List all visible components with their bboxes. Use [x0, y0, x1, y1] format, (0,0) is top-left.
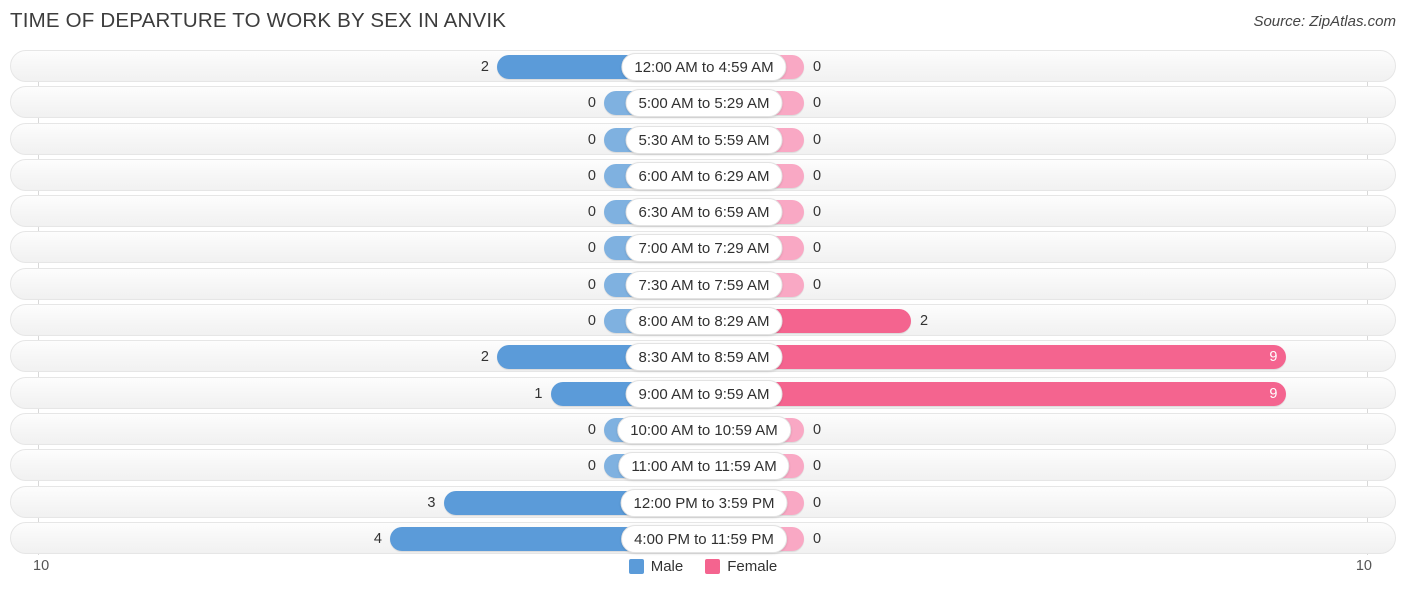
bar-value-male: 0: [587, 204, 596, 221]
category-label: 5:00 AM to 5:29 AM: [625, 89, 783, 118]
bar-value-male: 3: [427, 494, 436, 511]
chart-row[interactable]: 2 0 12:00 AM to 4:59 AM: [10, 50, 1396, 82]
chart-row[interactable]: 0 0 6:00 AM to 6:29 AM: [10, 158, 1396, 191]
chart-row[interactable]: 0 0 10:00 AM to 10:59 AM: [10, 412, 1396, 445]
bar-value-female: 0: [813, 530, 822, 547]
category-label: 4:00 PM to 11:59 PM: [621, 524, 787, 553]
chart-legend: Male Female: [10, 558, 1396, 575]
bar-value-female: 0: [813, 95, 822, 112]
bar-value-female: 0: [813, 421, 822, 438]
category-label: 7:30 AM to 7:59 AM: [625, 270, 783, 299]
chart-footer: 10 10 Male Female: [10, 558, 1396, 588]
bar-value-female: 0: [813, 167, 822, 184]
bar-value-female: 9: [1269, 385, 1278, 402]
chart-header: TIME OF DEPARTURE TO WORK BY SEX IN ANVI…: [0, 0, 1406, 44]
bar-value-female: 2: [920, 313, 929, 330]
chart-row[interactable]: 0 2 8:00 AM to 8:29 AM: [10, 304, 1396, 337]
category-label: 8:30 AM to 8:59 AM: [625, 343, 783, 372]
chart-row[interactable]: 0 0 5:30 AM to 5:59 AM: [10, 122, 1396, 155]
category-label: 11:00 AM to 11:59 AM: [618, 452, 790, 481]
bar-value-male: 0: [587, 313, 596, 330]
category-label: 6:00 AM to 6:29 AM: [625, 161, 783, 190]
bar-value-male: 0: [587, 131, 596, 148]
chart-plot-area: 2 0 12:00 AM to 4:59 AM 0 0 5:00 AM to 5:29 A…: [10, 50, 1396, 555]
bar-value-female: 0: [813, 458, 822, 475]
legend-item-female[interactable]: Female: [705, 558, 777, 575]
chart-row[interactable]: 1 9 9:00 AM to 9:59 AM: [10, 376, 1396, 409]
chart-row[interactable]: 0 0 11:00 AM to 11:59 AM: [10, 449, 1396, 482]
category-label: 9:00 AM to 9:59 AM: [625, 379, 783, 408]
bar-value-female: 0: [813, 131, 822, 148]
chart-row[interactable]: 3 0 12:00 PM to 3:59 PM: [10, 485, 1396, 518]
chart-row[interactable]: 0 0 6:30 AM to 6:59 AM: [10, 195, 1396, 228]
bar-value-male: 0: [587, 458, 596, 475]
bar-value-male: 4: [373, 530, 382, 547]
category-label: 5:30 AM to 5:59 AM: [625, 125, 783, 154]
bar-value-male: 2: [480, 349, 489, 366]
bar-value-female: 0: [813, 494, 822, 511]
source-attribution: Source: ZipAtlas.com: [1253, 13, 1396, 30]
category-label: 6:30 AM to 6:59 AM: [625, 198, 783, 227]
bar-value-male: 0: [587, 240, 596, 257]
category-label: 12:00 PM to 3:59 PM: [620, 488, 788, 517]
legend-item-male[interactable]: Male: [628, 558, 684, 575]
legend-swatch-female-icon: [705, 559, 721, 574]
bar-female[interactable]: [704, 381, 1286, 406]
category-label: 10:00 AM to 10:59 AM: [617, 415, 791, 444]
bar-value-male: 1: [534, 385, 543, 402]
bar-value-female: 0: [813, 59, 822, 75]
bar-value-male: 0: [587, 276, 596, 293]
legend-swatch-male-icon: [628, 559, 644, 574]
page-title: TIME OF DEPARTURE TO WORK BY SEX IN ANVI…: [10, 9, 507, 32]
chart-page: TIME OF DEPARTURE TO WORK BY SEX IN ANVI…: [0, 0, 1406, 595]
bar-value-male: 0: [587, 95, 596, 112]
bar-value-female: 0: [813, 204, 822, 221]
bar-value-female: 9: [1269, 349, 1278, 366]
category-label: 12:00 AM to 4:59 AM: [621, 53, 787, 81]
bar-value-female: 0: [813, 276, 822, 293]
bar-female[interactable]: [704, 345, 1286, 370]
bar-value-female: 0: [813, 240, 822, 257]
chart-row[interactable]: 0 0 7:00 AM to 7:29 AM: [10, 231, 1396, 264]
bar-value-male: 0: [587, 421, 596, 438]
chart-row[interactable]: 0 0 5:00 AM to 5:29 AM: [10, 86, 1396, 119]
chart-row[interactable]: 0 0 7:30 AM to 7:59 AM: [10, 267, 1396, 300]
bar-value-male: 0: [587, 167, 596, 184]
chart-rows: 2 0 12:00 AM to 4:59 AM 0 0 5:00 AM to 5:29 A…: [10, 50, 1396, 558]
legend-label-female: Female: [727, 558, 778, 575]
chart-row[interactable]: 4 0 4:00 PM to 11:59 PM: [10, 521, 1396, 554]
category-label: 8:00 AM to 8:29 AM: [625, 307, 783, 336]
legend-label-male: Male: [650, 558, 684, 575]
chart-row[interactable]: 2 9 8:30 AM to 8:59 AM: [10, 340, 1396, 373]
category-label: 7:00 AM to 7:29 AM: [625, 234, 783, 263]
bar-value-male: 2: [480, 59, 489, 75]
